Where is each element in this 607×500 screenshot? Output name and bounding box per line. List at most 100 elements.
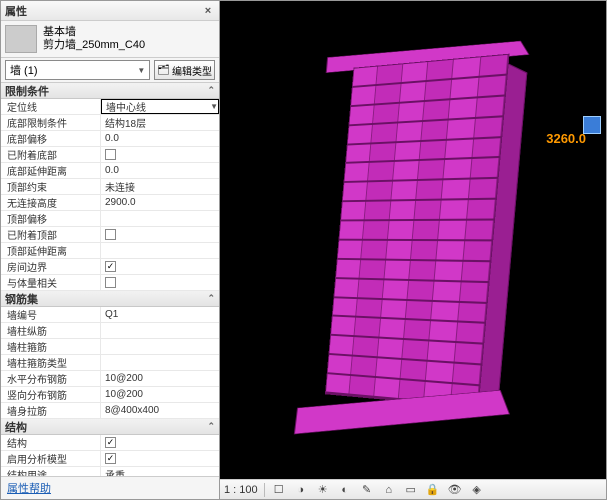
property-name: 底部延伸距离 — [1, 163, 101, 178]
property-name: 结构用途 — [1, 467, 101, 476]
property-row[interactable]: 顶部偏移 — [1, 211, 219, 227]
property-row[interactable]: 底部延伸距离 0.0 — [1, 163, 219, 179]
canvas-3d[interactable]: 3260.0 — [220, 1, 606, 479]
edit-type-button[interactable]: 🗂 编辑类型 — [154, 60, 215, 80]
property-value[interactable] — [101, 355, 219, 370]
property-row[interactable]: 水平分布钢筋 10@200 — [1, 371, 219, 387]
property-value[interactable]: 10@200 — [101, 387, 219, 402]
dimension-label[interactable]: 3260.0 — [546, 131, 586, 146]
property-value[interactable]: 承重 — [101, 467, 219, 476]
property-row[interactable]: 墙柱纵筋 — [1, 323, 219, 339]
property-value[interactable]: 10@200 — [101, 371, 219, 386]
collapse-icon: ⌃ — [207, 293, 215, 304]
shadows-icon[interactable]: ◐ — [337, 482, 353, 498]
temp-hide-icon[interactable]: 👁 — [447, 482, 463, 498]
property-value[interactable]: ✓ — [101, 451, 219, 466]
property-value[interactable]: 结构18层 — [101, 115, 219, 130]
property-row[interactable]: 底部偏移 0.0 — [1, 131, 219, 147]
property-name: 无连接高度 — [1, 195, 101, 210]
property-name: 结构 — [1, 435, 101, 450]
rendering-icon[interactable]: ✎ — [359, 482, 375, 498]
sun-path-icon[interactable]: ☀ — [315, 482, 331, 498]
property-name: 定位线 — [1, 99, 101, 114]
property-value[interactable]: 2900.0 — [101, 195, 219, 210]
property-row[interactable]: 墙编号 Q1 — [1, 307, 219, 323]
checkbox[interactable]: ✓ — [105, 437, 116, 448]
property-row[interactable]: 与体量相关 — [1, 275, 219, 291]
group-header[interactable]: 限制条件⌃ — [1, 83, 219, 99]
property-value[interactable]: ✓ — [101, 435, 219, 450]
property-name: 顶部约束 — [1, 179, 101, 194]
property-value[interactable]: 8@400x400 — [101, 403, 219, 418]
property-value[interactable]: Q1 — [101, 307, 219, 322]
type-swatch — [5, 25, 37, 53]
close-icon[interactable]: × — [201, 5, 215, 17]
viewport-3d[interactable]: 3260.0 1 : 100 ☐ ◑ ☀ ◐ ✎ ⌂ ▭ 🔒 👁 ◈ — [220, 0, 607, 500]
collapse-icon: ⌃ — [207, 421, 215, 432]
property-row[interactable]: 结构 ✓ — [1, 435, 219, 451]
scale-value: 1 : 100 — [224, 484, 258, 496]
property-value[interactable] — [101, 211, 219, 226]
property-value[interactable]: 0.0 — [101, 163, 219, 178]
property-row[interactable]: 已附着底部 — [1, 147, 219, 163]
type-selector-row[interactable]: 基本墙 剪力墙_250mm_C40 — [1, 21, 219, 58]
edit-type-label: 编辑类型 — [172, 63, 212, 78]
view-control-bar: 1 : 100 ☐ ◑ ☀ ◐ ✎ ⌂ ▭ 🔒 👁 ◈ — [220, 479, 606, 499]
property-value[interactable] — [101, 275, 219, 290]
property-row[interactable]: 定位线 墙中心线▼ — [1, 99, 219, 115]
help-link[interactable]: 属性帮助 — [1, 476, 219, 499]
property-name: 顶部偏移 — [1, 211, 101, 226]
property-value[interactable] — [101, 339, 219, 354]
panel-title: 属性 — [5, 3, 27, 19]
property-value[interactable]: 墙中心线▼ — [101, 99, 219, 114]
property-row[interactable]: 顶部延伸距离 — [1, 243, 219, 259]
collapse-icon: ⌃ — [207, 85, 215, 96]
property-row[interactable]: 底部限制条件 结构18层 — [1, 115, 219, 131]
property-value[interactable]: 未连接 — [101, 179, 219, 194]
property-name: 房间边界 — [1, 259, 101, 274]
crop-view-icon[interactable]: ⌂ — [381, 482, 397, 498]
type-name: 剪力墙_250mm_C40 — [43, 39, 145, 52]
property-value[interactable]: 0.0 — [101, 131, 219, 146]
group-header[interactable]: 钢筋集⌃ — [1, 291, 219, 307]
checkbox[interactable] — [105, 229, 116, 240]
crop-region-icon[interactable]: ▭ — [403, 482, 419, 498]
property-name: 墙编号 — [1, 307, 101, 322]
detail-level-icon[interactable]: ☐ — [271, 482, 287, 498]
properties-panel: 属性 × 基本墙 剪力墙_250mm_C40 墙 (1) ▼ 🗂 编辑类型 限制… — [0, 0, 220, 500]
property-value[interactable] — [101, 227, 219, 242]
selection-combo[interactable]: 墙 (1) ▼ — [5, 60, 150, 80]
property-value[interactable] — [101, 323, 219, 338]
property-row[interactable]: 墙身拉筋 8@400x400 — [1, 403, 219, 419]
group-header[interactable]: 结构⌃ — [1, 419, 219, 435]
property-value[interactable] — [101, 147, 219, 162]
scale-display[interactable]: 1 : 100 — [224, 484, 258, 496]
property-row[interactable]: 墙柱箍筋类型 — [1, 355, 219, 371]
property-name: 墙身拉筋 — [1, 403, 101, 418]
checkbox[interactable]: ✓ — [105, 453, 116, 464]
property-row[interactable]: 启用分析模型 ✓ — [1, 451, 219, 467]
property-name: 已附着底部 — [1, 147, 101, 162]
property-row[interactable]: 竖向分布钢筋 10@200 — [1, 387, 219, 403]
property-name: 墙柱纵筋 — [1, 323, 101, 338]
selection-row: 墙 (1) ▼ 🗂 编辑类型 — [1, 58, 219, 82]
checkbox[interactable]: ✓ — [105, 261, 116, 272]
checkbox[interactable] — [105, 277, 116, 288]
visual-style-icon[interactable]: ◑ — [293, 482, 309, 498]
property-row[interactable]: 墙柱箍筋 — [1, 339, 219, 355]
chevron-down-icon: ▼ — [137, 66, 145, 75]
type-family: 基本墙 — [43, 26, 145, 39]
property-name: 底部限制条件 — [1, 115, 101, 130]
property-row[interactable]: 已附着顶部 — [1, 227, 219, 243]
property-row[interactable]: 无连接高度 2900.0 — [1, 195, 219, 211]
property-value[interactable] — [101, 243, 219, 258]
property-row[interactable]: 顶部约束 未连接 — [1, 179, 219, 195]
building-model[interactable] — [285, 31, 541, 441]
reveal-hidden-icon[interactable]: ◈ — [469, 482, 485, 498]
property-row[interactable]: 房间边界 ✓ — [1, 259, 219, 275]
chevron-down-icon: ▼ — [210, 102, 218, 111]
lock-3d-icon[interactable]: 🔒 — [425, 482, 441, 498]
checkbox[interactable] — [105, 149, 116, 160]
property-value[interactable]: ✓ — [101, 259, 219, 274]
property-row[interactable]: 结构用途 承重 — [1, 467, 219, 476]
